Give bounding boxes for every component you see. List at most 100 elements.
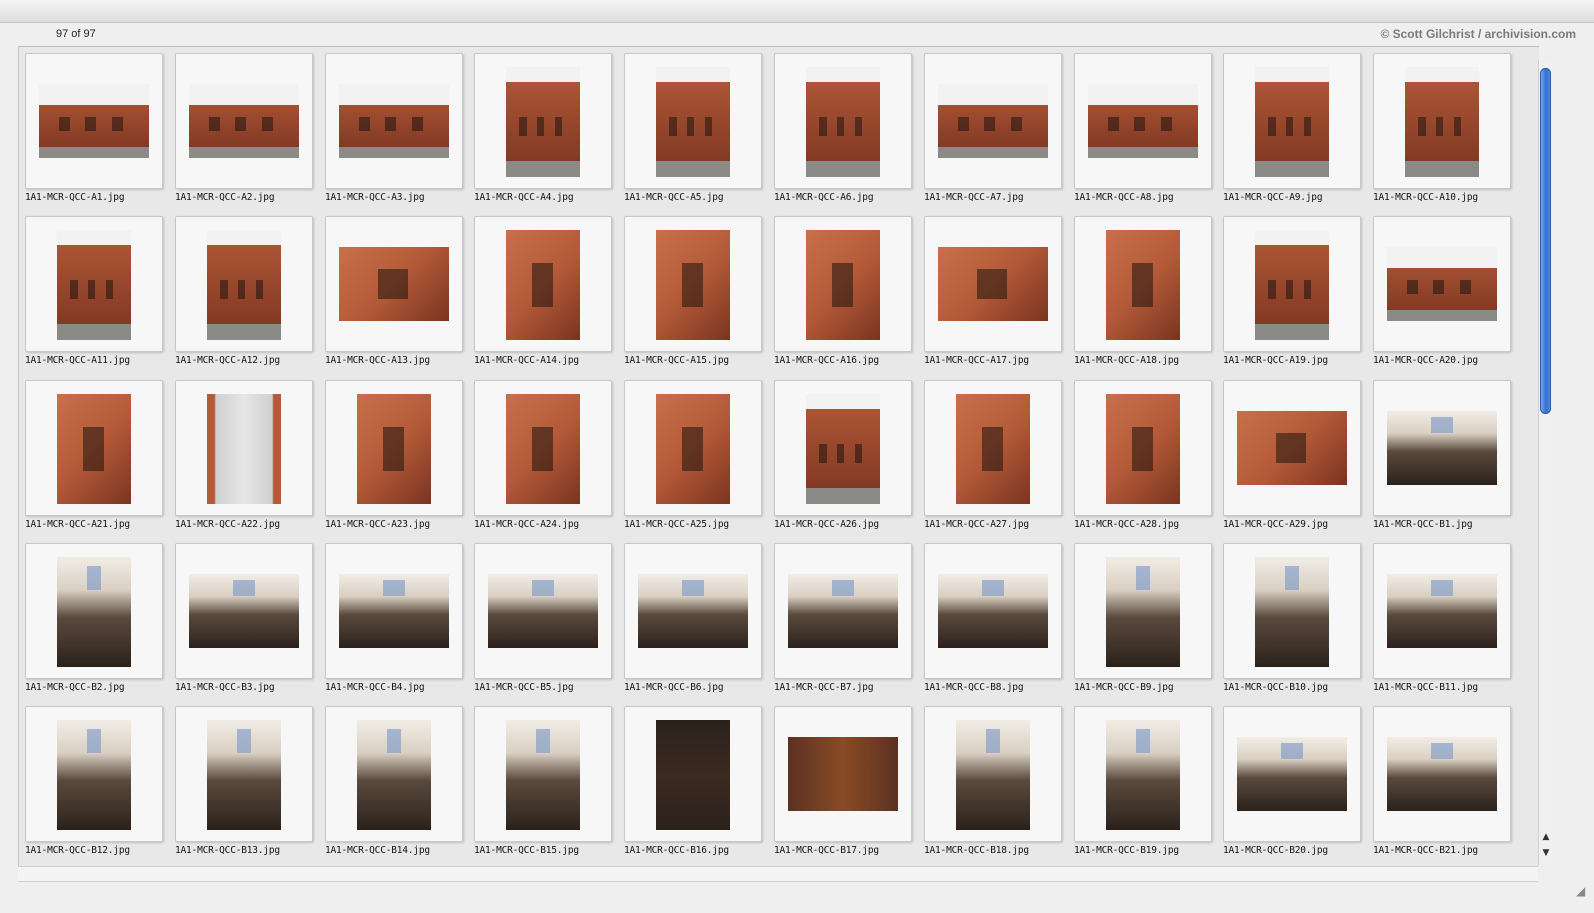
thumbnail-item[interactable]: 1A1-MCR-QCC-A6.jpg — [774, 53, 924, 216]
thumbnail-frame[interactable] — [325, 543, 463, 679]
thumbnail-item[interactable]: 1A1-MCR-QCC-B19.jpg — [1074, 706, 1224, 867]
thumbnail-frame[interactable] — [175, 543, 313, 679]
thumbnail-image[interactable] — [339, 574, 449, 648]
thumbnail-image[interactable] — [938, 574, 1048, 648]
thumbnail-frame[interactable] — [924, 543, 1062, 679]
thumbnail-frame[interactable] — [924, 216, 1062, 352]
thumbnail-image[interactable] — [1106, 720, 1180, 830]
scroll-down-arrow-icon[interactable]: ▼ — [1540, 847, 1552, 859]
thumbnail-frame[interactable] — [1373, 53, 1511, 189]
thumbnail-frame[interactable] — [474, 543, 612, 679]
thumbnail-frame[interactable] — [325, 706, 463, 842]
thumbnail-item[interactable]: 1A1-MCR-QCC-A7.jpg — [924, 53, 1074, 216]
thumbnail-item[interactable]: 1A1-MCR-QCC-A20.jpg — [1373, 216, 1523, 379]
thumbnail-item[interactable]: 1A1-MCR-QCC-A5.jpg — [624, 53, 774, 216]
thumbnail-image[interactable] — [39, 84, 149, 158]
thumbnail-item[interactable]: 1A1-MCR-QCC-A10.jpg — [1373, 53, 1523, 216]
thumbnail-item[interactable]: 1A1-MCR-QCC-B7.jpg — [774, 543, 924, 706]
thumbnail-image[interactable] — [506, 230, 580, 340]
thumbnail-item[interactable]: 1A1-MCR-QCC-A2.jpg — [175, 53, 325, 216]
thumbnail-frame[interactable] — [325, 216, 463, 352]
thumbnail-item[interactable]: 1A1-MCR-QCC-B15.jpg — [474, 706, 624, 867]
thumbnail-item[interactable]: 1A1-MCR-QCC-A23.jpg — [325, 380, 475, 543]
thumbnail-image[interactable] — [1106, 557, 1180, 667]
thumbnail-item[interactable]: 1A1-MCR-QCC-A16.jpg — [774, 216, 924, 379]
thumbnail-frame[interactable] — [1074, 706, 1212, 842]
thumbnail-frame[interactable] — [25, 216, 163, 352]
thumbnail-image[interactable] — [57, 720, 131, 830]
thumbnail-image[interactable] — [1255, 67, 1329, 177]
thumbnail-item[interactable]: 1A1-MCR-QCC-A25.jpg — [624, 380, 774, 543]
thumbnail-frame[interactable] — [175, 216, 313, 352]
thumbnail-item[interactable]: 1A1-MCR-QCC-B10.jpg — [1223, 543, 1373, 706]
thumbnail-image[interactable] — [1255, 557, 1329, 667]
thumbnail-image[interactable] — [207, 230, 281, 340]
thumbnail-frame[interactable] — [774, 216, 912, 352]
thumbnail-image[interactable] — [1387, 247, 1497, 321]
thumbnail-item[interactable]: 1A1-MCR-QCC-A14.jpg — [474, 216, 624, 379]
thumbnail-item[interactable]: 1A1-MCR-QCC-A3.jpg — [325, 53, 475, 216]
thumbnail-image[interactable] — [656, 230, 730, 340]
thumbnail-item[interactable]: 1A1-MCR-QCC-B1.jpg — [1373, 380, 1523, 543]
thumbnail-item[interactable]: 1A1-MCR-QCC-A12.jpg — [175, 216, 325, 379]
thumbnail-image[interactable] — [1237, 411, 1347, 485]
thumbnail-image[interactable] — [506, 720, 580, 830]
thumbnail-frame[interactable] — [924, 53, 1062, 189]
thumbnail-frame[interactable] — [1223, 380, 1361, 516]
thumbnail-image[interactable] — [488, 574, 598, 648]
thumbnail-item[interactable]: 1A1-MCR-QCC-B18.jpg — [924, 706, 1074, 867]
thumbnail-image[interactable] — [806, 67, 880, 177]
thumbnail-item[interactable]: 1A1-MCR-QCC-A9.jpg — [1223, 53, 1373, 216]
thumbnail-image[interactable] — [1387, 737, 1497, 811]
thumbnail-frame[interactable] — [1074, 216, 1212, 352]
thumbnail-frame[interactable] — [25, 706, 163, 842]
thumbnail-image[interactable] — [1088, 84, 1198, 158]
thumbnail-frame[interactable] — [1074, 380, 1212, 516]
thumbnail-image[interactable] — [788, 574, 898, 648]
thumbnail-image[interactable] — [1106, 230, 1180, 340]
thumbnail-image[interactable] — [656, 720, 730, 830]
thumbnail-item[interactable]: 1A1-MCR-QCC-B5.jpg — [474, 543, 624, 706]
thumbnail-item[interactable]: 1A1-MCR-QCC-A11.jpg — [25, 216, 175, 379]
thumbnail-item[interactable]: 1A1-MCR-QCC-B16.jpg — [624, 706, 774, 867]
thumbnail-frame[interactable] — [175, 53, 313, 189]
thumbnail-item[interactable]: 1A1-MCR-QCC-B13.jpg — [175, 706, 325, 867]
thumbnail-frame[interactable] — [1223, 706, 1361, 842]
thumbnail-frame[interactable] — [25, 380, 163, 516]
thumbnail-item[interactable]: 1A1-MCR-QCC-A21.jpg — [25, 380, 175, 543]
scrollbar-thumb[interactable] — [1540, 68, 1551, 414]
thumbnail-item[interactable]: 1A1-MCR-QCC-B11.jpg — [1373, 543, 1523, 706]
thumbnail-frame[interactable] — [175, 706, 313, 842]
thumbnail-item[interactable]: 1A1-MCR-QCC-A27.jpg — [924, 380, 1074, 543]
thumbnail-item[interactable]: 1A1-MCR-QCC-A24.jpg — [474, 380, 624, 543]
thumbnail-frame[interactable] — [624, 543, 762, 679]
thumbnail-image[interactable] — [1255, 230, 1329, 340]
thumbnail-frame[interactable] — [1223, 53, 1361, 189]
thumbnail-item[interactable]: 1A1-MCR-QCC-B4.jpg — [325, 543, 475, 706]
thumbnail-image[interactable] — [357, 720, 431, 830]
thumbnail-frame[interactable] — [1074, 53, 1212, 189]
thumbnail-frame[interactable] — [1373, 543, 1511, 679]
thumbnail-frame[interactable] — [774, 53, 912, 189]
thumbnail-image[interactable] — [1387, 574, 1497, 648]
horizontal-scrollbar[interactable] — [18, 866, 1538, 882]
thumbnail-item[interactable]: 1A1-MCR-QCC-A28.jpg — [1074, 380, 1224, 543]
thumbnail-image[interactable] — [806, 394, 880, 504]
thumbnail-frame[interactable] — [474, 706, 612, 842]
vertical-scrollbar[interactable]: ▲ ▼ — [1538, 60, 1553, 865]
thumbnail-item[interactable]: 1A1-MCR-QCC-B20.jpg — [1223, 706, 1373, 867]
thumbnail-item[interactable]: 1A1-MCR-QCC-B9.jpg — [1074, 543, 1224, 706]
thumbnail-frame[interactable] — [25, 53, 163, 189]
thumbnail-frame[interactable] — [1373, 706, 1511, 842]
thumbnail-image[interactable] — [938, 247, 1048, 321]
thumbnail-image[interactable] — [189, 84, 299, 158]
thumbnail-item[interactable]: 1A1-MCR-QCC-A26.jpg — [774, 380, 924, 543]
thumbnail-frame[interactable] — [624, 53, 762, 189]
thumbnail-item[interactable]: 1A1-MCR-QCC-A17.jpg — [924, 216, 1074, 379]
thumbnail-image[interactable] — [506, 394, 580, 504]
thumbnail-image[interactable] — [57, 557, 131, 667]
resize-grip-icon[interactable]: ◢ — [1576, 884, 1590, 898]
thumbnail-frame[interactable] — [25, 543, 163, 679]
thumbnail-frame[interactable] — [624, 216, 762, 352]
thumbnail-image[interactable] — [57, 230, 131, 340]
